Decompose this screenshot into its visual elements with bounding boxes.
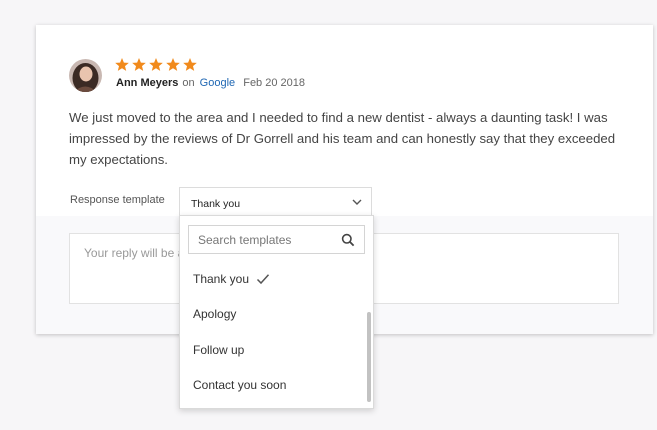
star-icon: [149, 58, 163, 71]
reply-placeholder: Your reply will be a: [84, 246, 185, 260]
star-icon: [115, 58, 129, 71]
scrollbar-thumb[interactable]: [367, 312, 371, 402]
chevron-down-icon: [352, 199, 362, 205]
star-icon: [132, 58, 146, 71]
response-template-label: Response template: [70, 194, 165, 206]
option-thank-you[interactable]: Thank you: [193, 272, 270, 286]
on-text: on: [182, 77, 195, 89]
option-follow-up[interactable]: Follow up: [193, 343, 244, 357]
response-template-select[interactable]: Thank you: [179, 187, 372, 215]
review-date: Feb 20 2018: [243, 77, 305, 89]
selected-template: Thank you: [191, 198, 241, 210]
check-icon: [257, 274, 270, 285]
option-apology[interactable]: Apology: [193, 307, 236, 321]
option-label: Apology: [193, 307, 237, 321]
source-link[interactable]: Google: [200, 77, 235, 89]
option-label: Thank you: [193, 272, 250, 286]
review-text: We just moved to the area and I needed t…: [69, 110, 616, 167]
avatar: [69, 59, 102, 92]
star-rating: [114, 57, 198, 75]
search-templates-field[interactable]: [188, 225, 365, 254]
option-label: Contact you soon: [193, 378, 287, 392]
dropdown-scrollbar[interactable]: [364, 262, 373, 410]
star-icon: [183, 58, 197, 71]
review-meta: Ann Meyers on Google Feb 20 2018: [116, 77, 305, 89]
option-label: Follow up: [193, 343, 245, 357]
search-input[interactable]: [189, 226, 343, 253]
author-name: Ann Meyers: [116, 77, 179, 89]
option-contact-you-soon[interactable]: Contact you soon: [193, 378, 286, 392]
star-icon: [166, 58, 180, 71]
template-dropdown: Thank you Apology Follow up Contact you …: [179, 215, 374, 409]
search-icon[interactable]: [341, 233, 355, 247]
